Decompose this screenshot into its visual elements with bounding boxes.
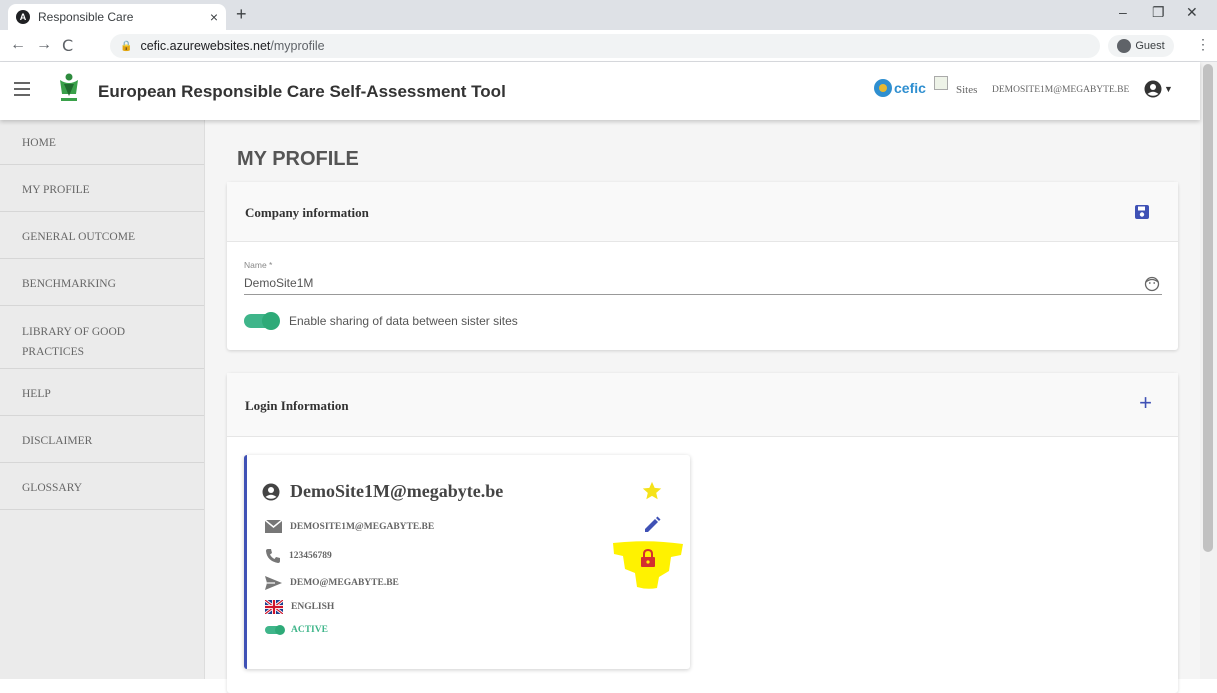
user-menu-caret-icon[interactable]: ▼ bbox=[1164, 84, 1173, 94]
sidebar-item-benchmarking[interactable]: BENCHMARKING bbox=[0, 259, 204, 306]
phone-icon bbox=[266, 549, 280, 563]
lock-icon[interactable] bbox=[640, 549, 656, 567]
login-information-card: Login Information + DemoSite1M@megabyte.… bbox=[227, 373, 1178, 693]
name-field-value[interactable]: DemoSite1M bbox=[244, 276, 313, 290]
forward-arrow-icon[interactable]: → bbox=[36, 36, 52, 54]
user-email-row: DEMOSITE1M@MEGABYTE.BE bbox=[265, 520, 434, 533]
add-login-button[interactable]: + bbox=[1139, 390, 1152, 416]
face-icon[interactable] bbox=[1144, 276, 1160, 292]
cefic-emblem-icon bbox=[874, 79, 892, 97]
sidebar-nav: HOME MY PROFILE GENERAL OUTCOME BENCHMAR… bbox=[0, 120, 205, 679]
sidebar-item-my-profile[interactable]: MY PROFILE bbox=[0, 165, 204, 212]
envelope-icon bbox=[265, 520, 282, 533]
login-card-title: Login Information bbox=[245, 398, 349, 413]
app-title: European Responsible Care Self-Assessmen… bbox=[98, 82, 506, 101]
user-login-card: DemoSite1M@megabyte.be DEMOSITE1M@MEGABY… bbox=[244, 455, 690, 669]
page-scrollbar-thumb[interactable] bbox=[1203, 64, 1213, 552]
profile-button[interactable]: Guest bbox=[1108, 35, 1174, 57]
main-content: MY PROFILE Company information Name * De… bbox=[205, 120, 1200, 693]
back-arrow-icon[interactable]: ← bbox=[10, 36, 26, 54]
sidebar-item-library-of-good-practices[interactable]: LIBRARY OF GOOD PRACTICES bbox=[0, 306, 204, 369]
sidebar-item-disclaimer[interactable]: DISCLAIMER bbox=[0, 416, 204, 463]
user-language: ENGLISH bbox=[291, 602, 335, 612]
uk-flag-icon bbox=[265, 600, 283, 614]
guest-avatar-icon bbox=[1117, 39, 1132, 53]
reload-icon[interactable]: C bbox=[62, 36, 73, 55]
user-email[interactable]: DEMOSITE1M@MEGABYTE.BE bbox=[992, 85, 1129, 95]
user-sendto-row: DEMO@MEGABYTE.BE bbox=[265, 576, 399, 590]
user-send-to: DEMO@MEGABYTE.BE bbox=[290, 578, 399, 588]
tab-title: Responsible Care bbox=[38, 10, 134, 24]
angular-favicon-icon: A bbox=[16, 10, 30, 24]
browser-tab-bar: A Responsible Care × + – ❐ ✕ bbox=[0, 0, 1217, 30]
close-tab-icon[interactable]: × bbox=[210, 9, 218, 25]
window-close-icon[interactable]: ✕ bbox=[1186, 4, 1198, 21]
user-email: DEMOSITE1M@MEGABYTE.BE bbox=[290, 521, 435, 532]
sharing-toggle-label: Enable sharing of data between sister si… bbox=[289, 314, 518, 328]
name-field-underline bbox=[244, 294, 1162, 295]
page-title: MY PROFILE bbox=[237, 148, 359, 170]
restore-icon[interactable]: ❐ bbox=[1152, 4, 1165, 21]
broken-image-icon bbox=[934, 76, 948, 90]
send-icon bbox=[265, 576, 282, 590]
sharing-toggle[interactable] bbox=[244, 312, 280, 330]
minimize-icon[interactable]: – bbox=[1119, 4, 1127, 20]
company-information-card: Company information Name * DemoSite1M En… bbox=[227, 182, 1178, 350]
url-input[interactable]: 🔒 cefic.azurewebsites.net/myprofile bbox=[110, 34, 1100, 58]
user-language-row: ENGLISH bbox=[265, 600, 334, 614]
responsible-care-logo bbox=[60, 73, 78, 101]
save-icon[interactable] bbox=[1134, 204, 1150, 220]
sidebar-item-glossary[interactable]: GLOSSARY bbox=[0, 463, 204, 510]
star-icon[interactable] bbox=[641, 480, 663, 502]
browser-tab[interactable]: A Responsible Care × bbox=[8, 4, 226, 30]
hamburger-menu-icon[interactable] bbox=[14, 82, 30, 96]
user-phone: 123456789 bbox=[289, 551, 332, 561]
browser-menu-icon[interactable]: ⋮ bbox=[1196, 36, 1210, 53]
login-card-header: Login Information + bbox=[227, 373, 1178, 437]
company-card-header: Company information bbox=[227, 182, 1178, 242]
app-header: European Responsible Care Self-Assessmen… bbox=[0, 62, 1200, 120]
user-status-row: ACTIVE bbox=[265, 625, 328, 635]
cefic-logo: cefic bbox=[874, 79, 926, 97]
company-card-title: Company information bbox=[245, 205, 369, 220]
edit-pencil-icon[interactable] bbox=[642, 515, 662, 535]
sidebar-item-help[interactable]: HELP bbox=[0, 369, 204, 416]
name-field-label: Name * bbox=[244, 260, 273, 270]
company-card-body: Name * DemoSite1M Enable sharing of data… bbox=[227, 242, 1178, 350]
user-phone-row: 123456789 bbox=[265, 548, 332, 564]
address-bar-row: ← → C 🔒 cefic.azurewebsites.net/myprofil… bbox=[0, 30, 1217, 62]
account-circle-icon bbox=[262, 483, 280, 500]
sidebar-item-general-outcome[interactable]: GENERAL OUTCOME bbox=[0, 212, 204, 259]
user-name-row: DemoSite1M@megabyte.be bbox=[262, 481, 503, 502]
url-path: /myprofile bbox=[270, 39, 325, 53]
user-username: DemoSite1M@megabyte.be bbox=[290, 481, 504, 501]
profile-label: Guest bbox=[1135, 40, 1165, 52]
status-toggle[interactable] bbox=[265, 625, 285, 635]
user-status: ACTIVE bbox=[291, 625, 328, 635]
url-domain: cefic.azurewebsites.net bbox=[140, 39, 271, 53]
sites-link[interactable]: Sites bbox=[956, 84, 977, 96]
new-tab-button[interactable]: + bbox=[236, 4, 247, 25]
secure-lock-icon: 🔒 bbox=[120, 40, 133, 52]
account-circle-icon[interactable] bbox=[1144, 80, 1162, 98]
sidebar-item-home[interactable]: HOME bbox=[0, 120, 204, 165]
